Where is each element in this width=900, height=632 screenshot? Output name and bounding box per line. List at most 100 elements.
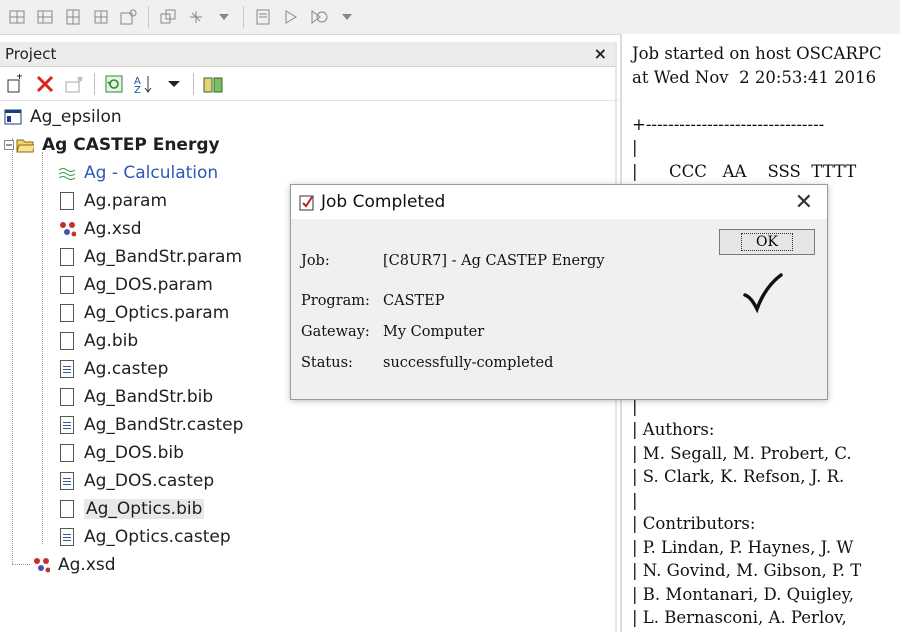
tree-item-file[interactable]: Ag_DOS.param — [58, 272, 213, 298]
dialog-title: Job Completed — [321, 192, 446, 212]
ok-label: OK — [741, 233, 793, 251]
tree-item-label: Ag_Optics.castep — [84, 527, 231, 547]
structure-icon — [58, 219, 76, 239]
output-line: | N. Govind, M. Gibson, P. T — [632, 561, 862, 580]
main-toolbar — [0, 0, 900, 35]
panel-title: Project — [5, 45, 57, 63]
output-line: | — [632, 138, 638, 157]
tree-item-file[interactable]: Ag_BandStr.castep — [58, 412, 243, 438]
dialog-titlebar: Job Completed ✕ — [291, 185, 827, 219]
tree-item-label: Ag_Optics.bib — [84, 499, 205, 519]
tree-item-root[interactable]: Ag_epsilon — [4, 104, 122, 130]
play-icon[interactable] — [280, 6, 302, 28]
tree-item-file[interactable]: Ag.xsd — [58, 216, 142, 242]
grid-cut-icon[interactable] — [90, 6, 112, 28]
checklist-icon — [299, 193, 315, 211]
document-icon — [58, 247, 76, 267]
collapse-icon[interactable] — [4, 135, 14, 155]
chevron-down-icon[interactable] — [163, 73, 185, 95]
structure-icon — [32, 555, 50, 575]
tree-item-file[interactable]: Ag_Optics.param — [58, 300, 229, 326]
output-line: | P. Lindan, P. Haynes, J. W — [632, 537, 854, 557]
arrange-icon[interactable] — [185, 6, 207, 28]
tree-item-file[interactable]: Ag.param — [58, 188, 167, 214]
tree-item-label: Ag_DOS.param — [84, 275, 213, 295]
dropdown-icon[interactable] — [213, 6, 235, 28]
tree-item-label: Ag CASTEP Energy — [42, 135, 220, 155]
close-icon[interactable]: ✕ — [795, 190, 813, 215]
tree-item-label: Ag.bib — [84, 331, 139, 351]
project-panel-header: Project × — [0, 42, 615, 67]
toolbar-separator — [94, 73, 95, 95]
tree-item-label: Ag_BandStr.param — [84, 247, 243, 267]
tree-item-file[interactable]: Ag_BandStr.param — [58, 244, 242, 270]
checkmark-icon — [741, 271, 785, 319]
document-icon — [58, 275, 76, 295]
project-icon — [4, 107, 22, 127]
sort-icon[interactable]: AZ — [133, 73, 155, 95]
ok-button[interactable]: OK — [719, 229, 815, 255]
tree-item-calculation[interactable]: Ag - Calculation — [58, 160, 218, 186]
debug-icon[interactable] — [308, 6, 330, 28]
document-icon — [58, 443, 76, 463]
tree-item-file[interactable]: Ag_DOS.bib — [58, 440, 184, 466]
toolbar-separator — [193, 73, 194, 95]
job-key: Job: — [301, 253, 330, 269]
tree-item-file[interactable]: Ag.bib — [58, 328, 138, 354]
status-key: Status: — [301, 355, 353, 371]
tree-item-file[interactable]: Ag_Optics.castep — [58, 524, 231, 550]
tree-item-file[interactable]: Ag_DOS.castep — [58, 468, 214, 494]
toolbar-separator — [243, 6, 244, 28]
grid-icon[interactable] — [6, 6, 28, 28]
output-line: | M. Segall, M. Probert, C. — [632, 443, 852, 463]
delete-icon[interactable] — [34, 73, 56, 95]
document-icon — [58, 303, 76, 323]
text-document-icon — [58, 527, 76, 547]
tree-item-label: Ag_BandStr.bib — [84, 387, 214, 407]
output-line: | — [632, 490, 638, 510]
gateway-key: Gateway: — [301, 324, 370, 340]
tree-item-label: Ag - Calculation — [84, 163, 219, 183]
tree-item-file[interactable]: Ag_BandStr.bib — [58, 384, 213, 410]
output-line: Job started on host OSCARPC — [632, 44, 882, 63]
new-document-icon[interactable] — [64, 73, 86, 95]
tree-item-label: Ag.xsd — [58, 555, 116, 575]
tree-item-label: Ag.xsd — [84, 219, 142, 239]
tree-item-file-selected[interactable]: Ag_Optics.bib — [58, 496, 205, 522]
document-icon — [58, 499, 76, 519]
job-row: Job: [C8UR7] - Ag CASTEP Energy — [301, 253, 605, 269]
new-folder-icon[interactable] — [4, 73, 26, 95]
document-icon — [58, 387, 76, 407]
tree-item-file[interactable]: Ag.xsd — [32, 552, 116, 578]
status-row: Status: successfully-completed — [301, 355, 553, 371]
tree-item-label: Ag_BandStr.castep — [84, 415, 244, 435]
tree-item-folder[interactable]: Ag CASTEP Energy — [4, 132, 220, 158]
tree-item-label: Ag_DOS.bib — [84, 443, 184, 463]
output-line: | Authors: — [632, 420, 715, 439]
tree-guide — [42, 152, 43, 544]
folder-open-icon — [16, 135, 34, 155]
program-key: Program: — [301, 293, 370, 309]
tree-item-file[interactable]: Ag.castep — [58, 356, 168, 382]
gateway-row: Gateway: My Computer — [301, 324, 484, 340]
dropdown-icon[interactable] — [336, 6, 358, 28]
grid-settings-icon[interactable] — [118, 6, 140, 28]
text-document-icon — [58, 471, 76, 491]
document-icon — [58, 191, 76, 211]
grid-insert-icon[interactable] — [62, 6, 84, 28]
refresh-icon[interactable] — [103, 73, 125, 95]
move-icon[interactable] — [157, 6, 179, 28]
tree-item-label: Ag_epsilon — [30, 107, 122, 127]
project-toolbar: AZ — [0, 68, 619, 101]
gateway-value: My Computer — [383, 324, 485, 340]
text-document-icon — [58, 359, 76, 379]
text-document-icon — [58, 415, 76, 435]
tree-guide — [12, 138, 13, 564]
close-icon[interactable]: × — [594, 44, 607, 63]
output-line: | S. Clark, K. Refson, J. R. — [632, 467, 845, 486]
grid-add-icon[interactable] — [34, 6, 56, 28]
tree-item-label: Ag_Optics.param — [84, 303, 230, 323]
script-icon[interactable] — [252, 6, 274, 28]
book-icon[interactable] — [202, 73, 224, 95]
program-row: Program: CASTEP — [301, 293, 445, 309]
